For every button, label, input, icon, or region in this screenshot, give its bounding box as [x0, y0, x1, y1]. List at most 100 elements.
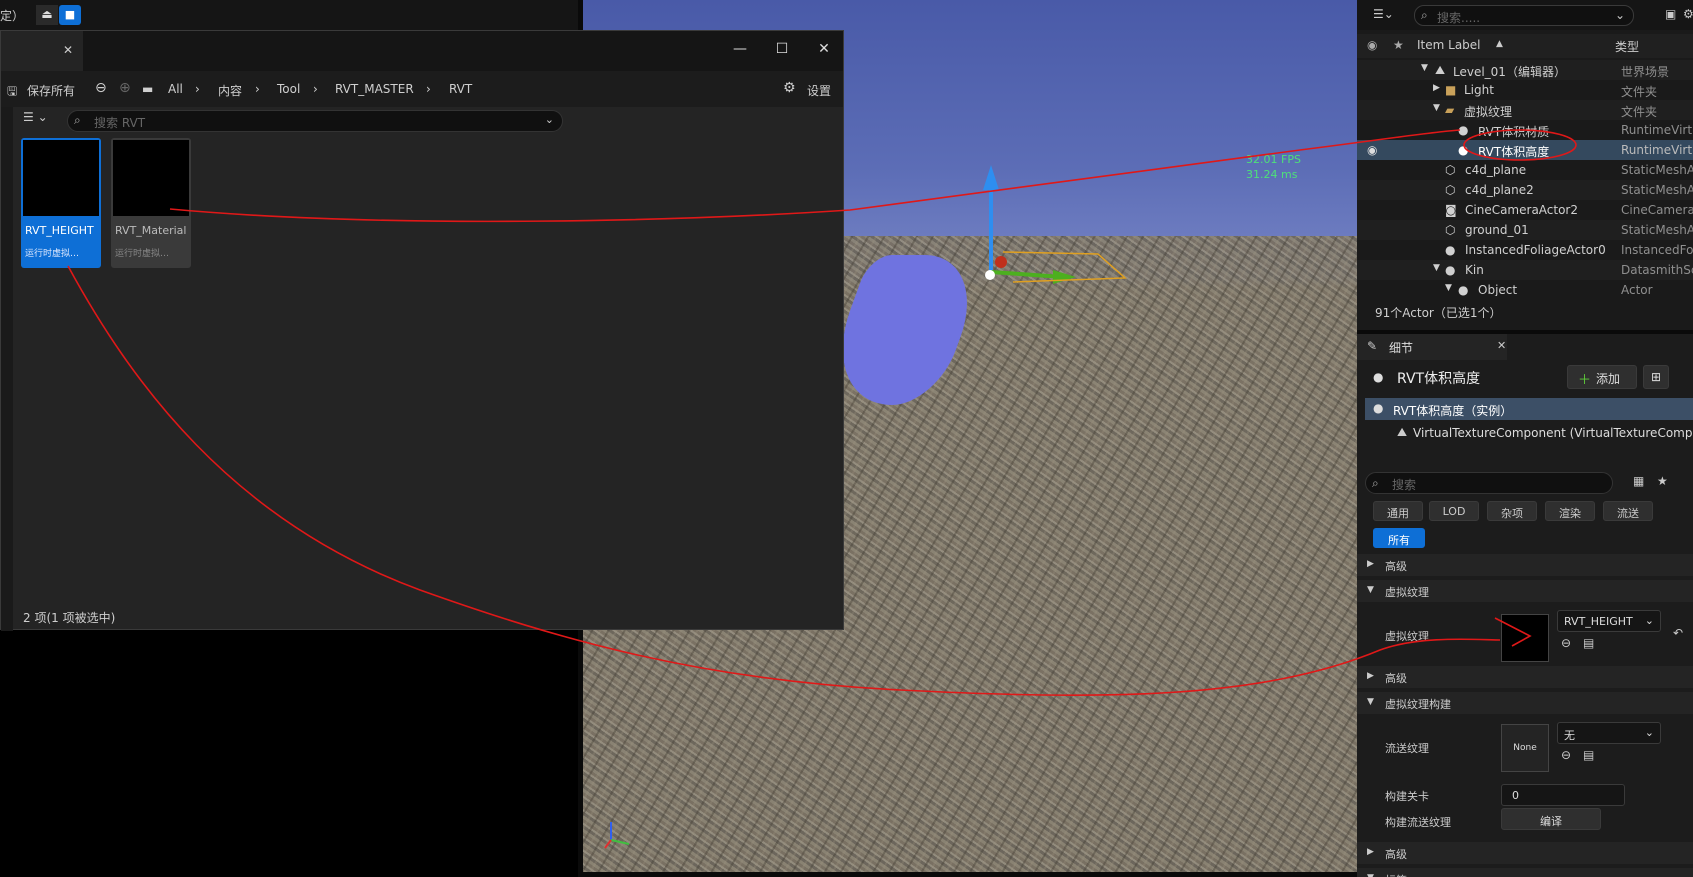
outliner-row-selected[interactable]: ◉ ● RVT体积高度 RuntimeVirtu	[1357, 140, 1693, 160]
chevron-down-icon[interactable]: ▼	[1445, 283, 1452, 293]
outliner-row[interactable]: ⬡ c4d_plane StaticMeshA	[1357, 160, 1693, 180]
section-advanced[interactable]: ▶ 高级	[1357, 666, 1693, 688]
virtual-texture-dropdown[interactable]: RVT_HEIGHT ⌄	[1557, 610, 1661, 632]
row-label: RVT体积高度	[1478, 145, 1550, 159]
eye-icon[interactable]: ◉	[1367, 39, 1377, 51]
add-folder-icon[interactable]: ▣	[1665, 8, 1676, 20]
asset-thumbnail	[113, 140, 189, 216]
use-selected-icon[interactable]: ⊖	[1561, 748, 1571, 762]
folder-open-icon: ▰	[1445, 103, 1455, 117]
breadcrumb-content[interactable]: 内容	[218, 82, 242, 99]
window-titlebar[interactable]: ✕ — ☐ ✕	[1, 31, 843, 71]
star-icon[interactable]: ★	[1393, 39, 1404, 51]
outliner-row[interactable]: ⬡ c4d_plane2 StaticMeshA	[1357, 180, 1693, 200]
maximize-button[interactable]: ☐	[772, 41, 792, 61]
outliner-row[interactable]: ▼ ● Kin DatasmithSc	[1357, 260, 1693, 280]
outliner-row[interactable]: ◙ CineCameraActor2 CineCamera	[1357, 200, 1693, 220]
streaming-texture-thumbnail[interactable]: None	[1501, 724, 1549, 772]
close-icon[interactable]: ✕	[1497, 339, 1506, 352]
filter-rendering[interactable]: 渲染	[1545, 501, 1595, 521]
column-item-label[interactable]: Item Label	[1417, 38, 1481, 52]
column-type[interactable]: 类型	[1615, 38, 1639, 55]
component-instance-row[interactable]: ● RVT体积高度（实例）	[1365, 398, 1693, 420]
outliner-row[interactable]: ● InstancedFoliageActor0 InstancedFo	[1357, 240, 1693, 260]
breadcrumb-rvt-master[interactable]: RVT_MASTER	[335, 82, 414, 96]
table-view-icon[interactable]: ▦	[1633, 474, 1644, 488]
folder-icon[interactable]: ▬	[142, 82, 153, 96]
filter-misc[interactable]: 杂项	[1487, 501, 1537, 521]
toolbar-label: 定）	[0, 9, 25, 23]
details-tab[interactable]: ✎ 细节 ✕	[1357, 334, 1507, 360]
content-browser-tab[interactable]: ✕	[1, 31, 83, 71]
minimize-button[interactable]: —	[730, 41, 750, 61]
star-icon[interactable]: ★	[1657, 474, 1668, 488]
chevron-right-icon: ▶	[1367, 559, 1374, 569]
chevron-down-icon[interactable]: ▼	[1421, 63, 1428, 73]
outliner-row[interactable]: ▼ ⛰ Level_01（编辑器） 世界场景	[1357, 60, 1693, 80]
eye-icon[interactable]: ◉	[1367, 143, 1377, 157]
asset-tile-rvt-height[interactable]: RVT_HEIGHT 运行时虚拟…	[21, 138, 101, 268]
use-selected-icon[interactable]: ⊖	[1561, 636, 1571, 650]
chevron-down-icon[interactable]: ⌄	[1615, 9, 1625, 21]
browse-icon[interactable]: ▤	[1583, 748, 1594, 762]
add-component-button[interactable]: ＋ 添加	[1567, 365, 1637, 389]
outliner-row[interactable]: ⬡ ground_01 StaticMeshA	[1357, 220, 1693, 240]
chevron-right-icon[interactable]: ▶	[1433, 83, 1440, 93]
gear-icon[interactable]: ⚙	[1683, 8, 1693, 20]
content-browser-window: ✕ — ☐ ✕ 🖫 保存所有 ⊖ ⊕ ▬ All › 内容 › Tool › R…	[0, 30, 844, 631]
eject-icon[interactable]: ⏏	[36, 5, 58, 25]
save-all-button[interactable]: 保存所有	[27, 82, 75, 99]
forward-icon[interactable]: ⊕	[119, 80, 131, 96]
details-search-input[interactable]: ⌕ 搜索	[1365, 472, 1613, 494]
chevron-down-icon: ▼	[1367, 873, 1374, 877]
texture-thumbnail[interactable]	[1501, 614, 1549, 662]
outliner-row[interactable]: ▼ ● Object_ Actor	[1357, 280, 1693, 296]
breadcrumb-all[interactable]: All	[168, 82, 183, 96]
breadcrumb-rvt[interactable]: RVT	[449, 82, 472, 96]
actor-icon: ●	[1458, 283, 1469, 296]
chevron-down-icon[interactable]: ⌄	[545, 114, 554, 125]
blueprint-button[interactable]: ⊞	[1643, 365, 1669, 389]
close-icon[interactable]: ✕	[63, 44, 73, 56]
pencil-icon: ✎	[1367, 339, 1378, 353]
streaming-texture-dropdown[interactable]: 无 ⌄	[1557, 722, 1661, 744]
window-close-button[interactable]: ✕	[814, 41, 834, 61]
compile-button[interactable]: 编译	[1501, 808, 1601, 830]
outliner-row[interactable]: ● RVT体积材质 RuntimeVirtu	[1357, 120, 1693, 140]
outliner-row[interactable]: ▼ ▰ 虚拟纹理 文件夹	[1357, 100, 1693, 120]
row-type: DatasmithSc	[1621, 263, 1693, 277]
section-virtual-texture-build[interactable]: ▼ 虚拟纹理构建	[1357, 692, 1693, 714]
filter-all[interactable]: 所有	[1373, 528, 1425, 548]
chevron-down-icon[interactable]: ▼	[1433, 103, 1440, 113]
chevron-right-icon: ▶	[1367, 671, 1374, 681]
row-label: Object_	[1478, 283, 1524, 296]
outliner-row[interactable]: ▶ ■ Light 文件夹	[1357, 80, 1693, 100]
asset-search-input[interactable]: ⌕ 搜索 RVT ⌄	[67, 110, 563, 132]
section-advanced[interactable]: ▶ 高级	[1357, 554, 1693, 576]
sources-panel-collapsed[interactable]	[1, 107, 13, 631]
chevron-down-icon[interactable]: ▼	[1433, 263, 1440, 273]
outliner-search-input[interactable]: ⌕ 搜索..... ⌄	[1414, 5, 1634, 26]
search-icon: ⌕	[1421, 8, 1428, 22]
asset-tile-rvt-material[interactable]: RVT_Material 运行时虚拟…	[111, 138, 191, 268]
chevron-down-icon: ▼	[1367, 585, 1374, 595]
plus-icon: ＋	[1578, 373, 1592, 388]
filter-icon[interactable]: ☰⌄	[1373, 8, 1394, 20]
filter-lod[interactable]: LOD	[1429, 501, 1479, 521]
reset-icon[interactable]: ↶	[1673, 626, 1683, 640]
save-icon[interactable]: 🖫	[7, 82, 17, 103]
filter-general[interactable]: 通用	[1373, 501, 1423, 521]
breadcrumb-tool[interactable]: Tool	[277, 82, 300, 96]
gear-icon[interactable]: ⚙	[783, 80, 796, 96]
back-icon[interactable]: ⊖	[95, 80, 107, 96]
section-tags[interactable]: ▼ 标签	[1357, 868, 1693, 877]
section-virtual-texture[interactable]: ▼ 虚拟纹理	[1357, 580, 1693, 602]
filter-button[interactable]: ☰ ⌄	[23, 110, 63, 132]
build-level-input[interactable]: 0	[1501, 784, 1625, 806]
video-camera-icon[interactable]: ■	[59, 5, 81, 25]
section-advanced[interactable]: ▶ 高级	[1357, 842, 1693, 864]
filter-streaming[interactable]: 流送	[1603, 501, 1653, 521]
component-row[interactable]: ⛰ VirtualTextureComponent (VirtualTextur…	[1365, 422, 1693, 444]
browse-icon[interactable]: ▤	[1583, 636, 1594, 650]
settings-button[interactable]: 设置	[807, 82, 831, 99]
